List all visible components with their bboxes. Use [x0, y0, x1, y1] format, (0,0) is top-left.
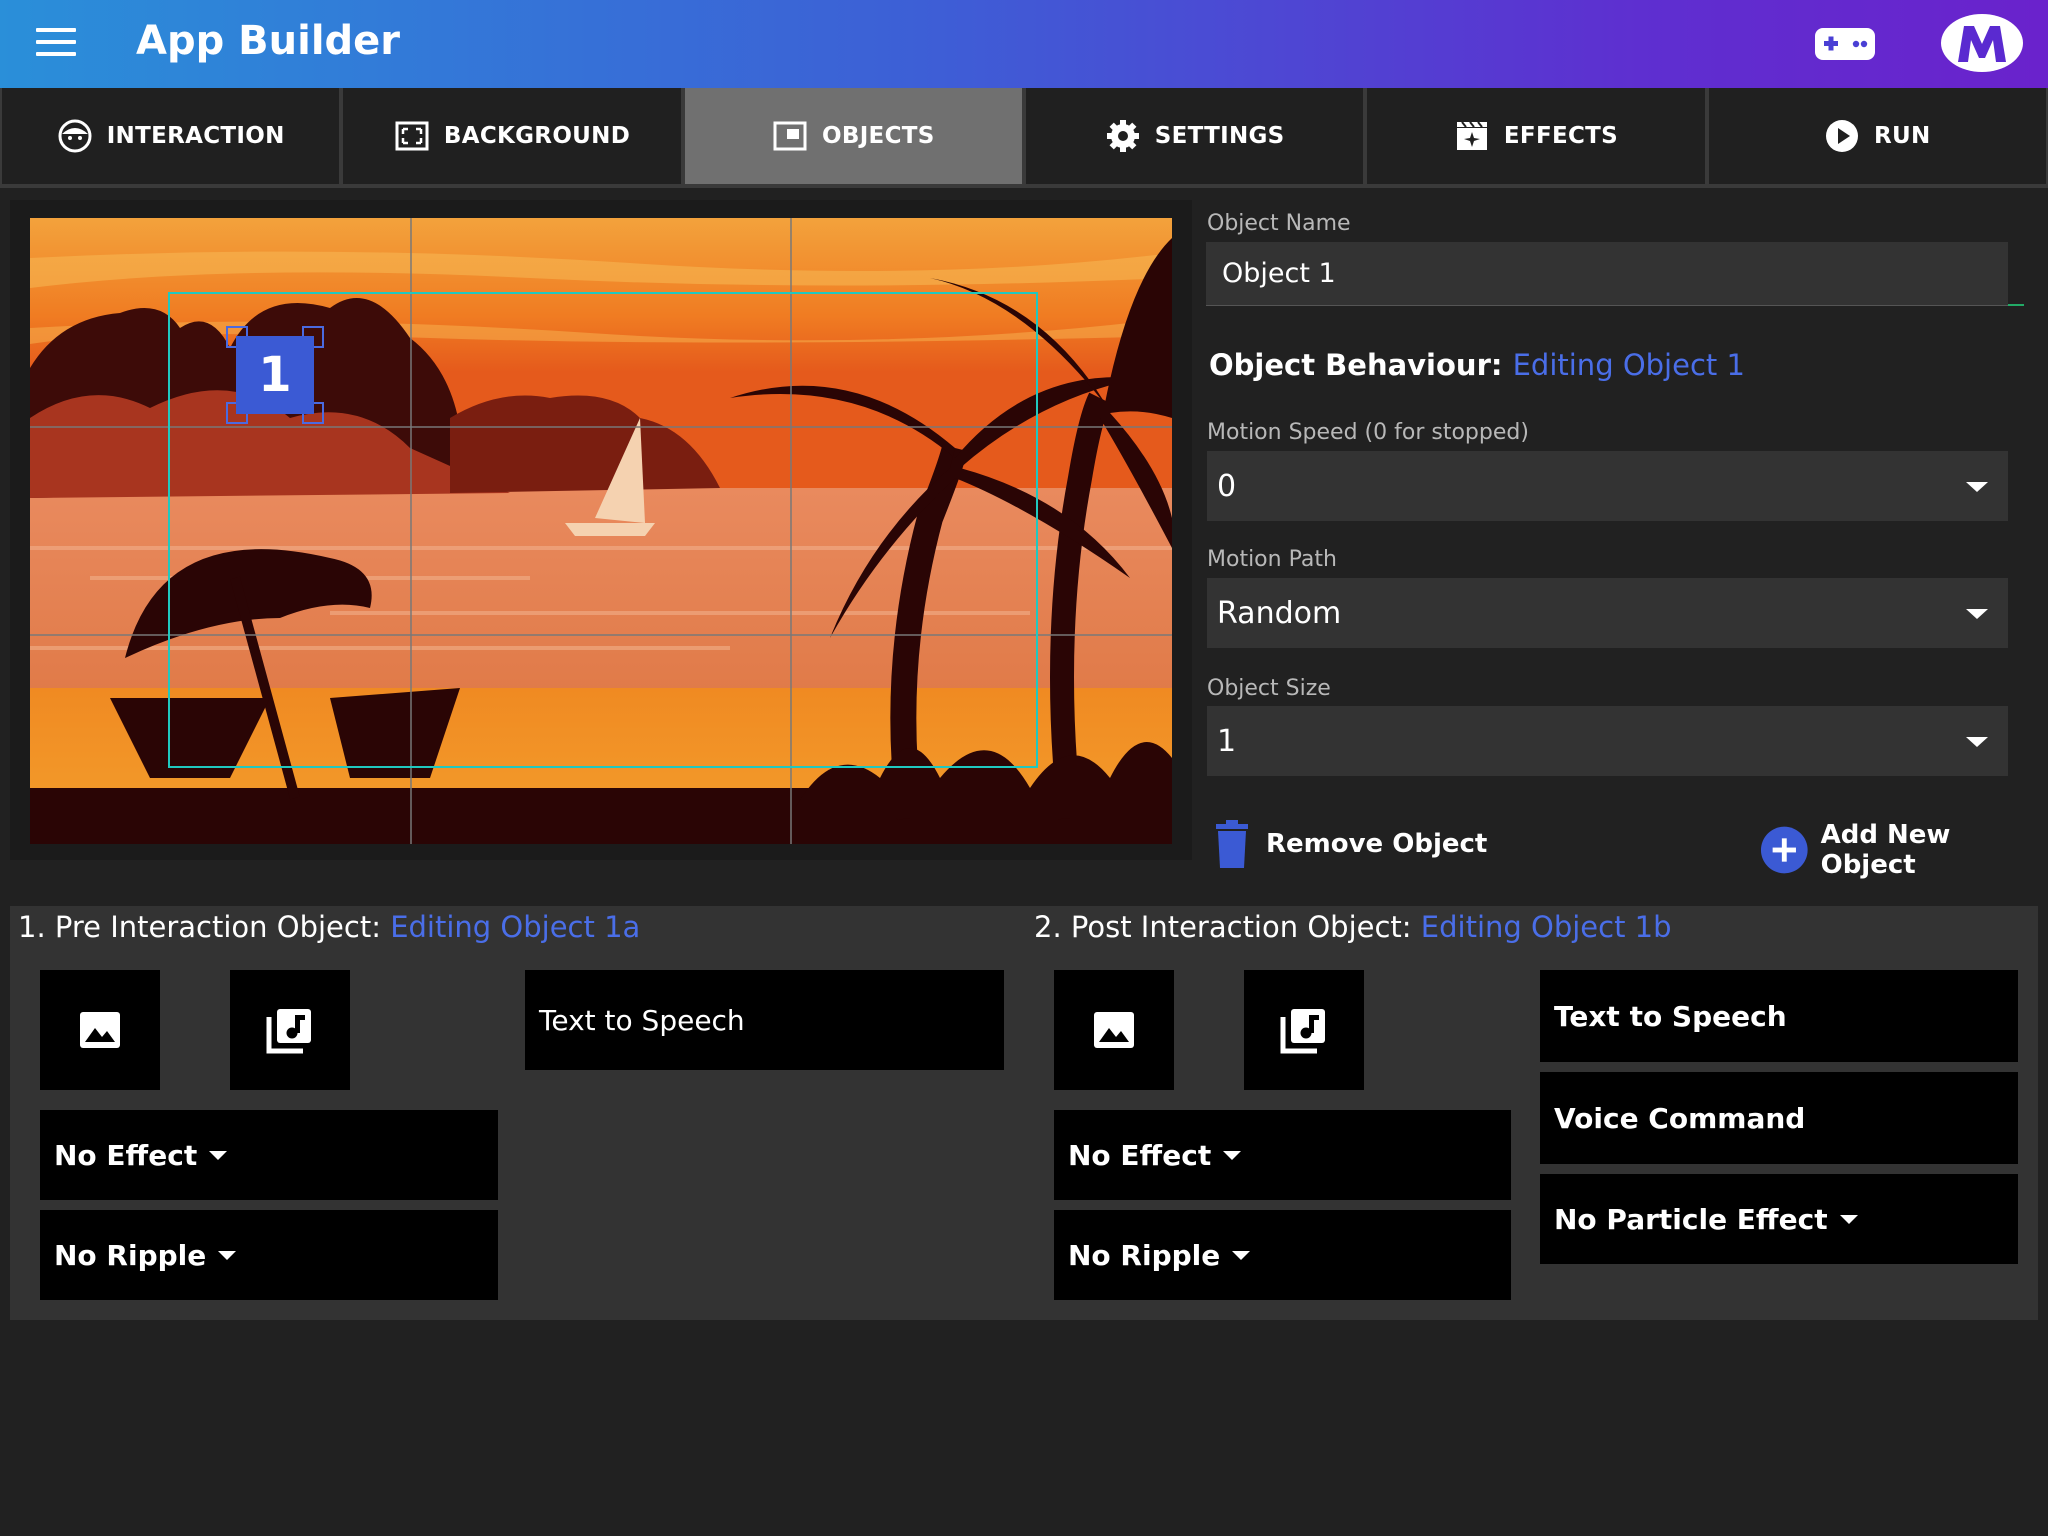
- behaviour-label: Object Behaviour:: [1209, 348, 1503, 382]
- music-library-icon: [266, 1009, 311, 1054]
- button-label: Text to Speech: [1554, 999, 1787, 1033]
- behaviour-editing-label: Editing Object 1: [1512, 348, 1745, 382]
- post-image-button[interactable]: [1054, 970, 1174, 1090]
- motion-speed-select[interactable]: 0: [1207, 451, 2008, 521]
- interaction-objects-panel: 1. Pre Interaction Object: Editing Objec…: [10, 906, 2038, 1320]
- post-audio-button[interactable]: [1244, 970, 1364, 1090]
- tab-label: EFFECTS: [1503, 123, 1619, 149]
- object-size-label: Object Size: [1207, 676, 1331, 701]
- motion-path-select[interactable]: Random: [1207, 578, 2008, 648]
- motion-speed-label: Motion Speed (0 for stopped): [1207, 420, 1529, 445]
- dropdown-arrow-icon: [218, 1250, 237, 1260]
- gamepad-icon[interactable]: [1814, 26, 1876, 62]
- post-text-to-speech-button[interactable]: Text to Speech: [1540, 970, 2018, 1062]
- tab-label: SETTINGS: [1154, 123, 1285, 149]
- post-effect-dropdown[interactable]: No Effect: [1054, 1110, 1511, 1200]
- pre-audio-button[interactable]: [230, 970, 350, 1090]
- trash-icon: [1216, 820, 1248, 868]
- tab-background[interactable]: BACKGROUND: [341, 88, 683, 186]
- dropdown-arrow-icon: [1839, 1214, 1858, 1224]
- object-marker[interactable]: 1: [236, 336, 314, 414]
- music-library-icon: [1280, 1009, 1325, 1054]
- image-icon: [1094, 1012, 1134, 1048]
- add-circle-icon: [1760, 826, 1808, 874]
- dropdown-label: No Ripple: [1068, 1238, 1221, 1272]
- object-name-label: Object Name: [1207, 211, 1351, 236]
- dropdown-arrow-icon: [1232, 1250, 1251, 1260]
- object-name-input[interactable]: [1206, 242, 2008, 306]
- select-value: 0: [1217, 468, 1237, 504]
- dropdown-arrow-icon: [209, 1150, 228, 1160]
- select-value: Random: [1217, 595, 1342, 631]
- tab-run[interactable]: RUN: [1706, 88, 2048, 186]
- post-title-label: 2. Post Interaction Object:: [1034, 910, 1412, 944]
- add-new-object-button[interactable]: Add New Object: [1760, 820, 2048, 880]
- pre-title-label: 1. Pre Interaction Object:: [18, 910, 381, 944]
- post-voice-command-button[interactable]: Voice Command: [1540, 1072, 2018, 1164]
- tab-objects[interactable]: OBJECTS: [682, 88, 1024, 186]
- motion-path-label: Motion Path: [1207, 547, 1337, 572]
- dropdown-arrow-icon: [1966, 609, 1988, 619]
- pre-interaction-title: 1. Pre Interaction Object: Editing Objec…: [18, 910, 640, 944]
- dropdown-arrow-icon: [1223, 1150, 1242, 1160]
- tab-label: OBJECTS: [822, 123, 935, 149]
- tab-label: RUN: [1874, 123, 1931, 149]
- object-size-select[interactable]: 1: [1207, 706, 2008, 776]
- post-editing-label: Editing Object 1b: [1420, 910, 1672, 944]
- dropdown-label: No Effect: [1068, 1138, 1212, 1172]
- movie-sparkle-icon: [1456, 121, 1487, 150]
- remove-object-label: Remove Object: [1266, 829, 1488, 859]
- button-label: Text to Speech: [539, 1003, 745, 1037]
- pre-image-button[interactable]: [40, 970, 160, 1090]
- dropdown-label: No Ripple: [54, 1238, 207, 1272]
- post-ripple-dropdown[interactable]: No Ripple: [1054, 1210, 1511, 1300]
- dropdown-label: No Effect: [54, 1138, 198, 1172]
- frame-icon: [395, 121, 429, 151]
- post-particle-effect-dropdown[interactable]: No Particle Effect: [1540, 1174, 2018, 1264]
- tab-label: BACKGROUND: [443, 123, 631, 149]
- post-interaction-title: 2. Post Interaction Object: Editing Obje…: [1034, 910, 1672, 944]
- scene-canvas[interactable]: 1: [30, 218, 1172, 844]
- dropdown-label: No Particle Effect: [1554, 1202, 1828, 1236]
- dropdown-arrow-icon: [1966, 482, 1988, 492]
- pre-ripple-dropdown[interactable]: No Ripple: [40, 1210, 498, 1300]
- face-icon: [58, 119, 92, 153]
- tab-label: INTERACTION: [106, 123, 285, 149]
- app-title: App Builder: [136, 18, 401, 64]
- image-icon: [80, 1012, 120, 1048]
- select-value: 1: [1217, 723, 1237, 759]
- input-underline: [2008, 304, 2024, 306]
- pre-effect-dropdown[interactable]: No Effect: [40, 1110, 498, 1200]
- app-bar: App Builder: [0, 0, 2048, 88]
- preview-panel: 1: [10, 200, 1192, 860]
- brand-logo[interactable]: [1940, 12, 2024, 74]
- play-circle-icon: [1826, 120, 1859, 152]
- object-behaviour-heading: Object Behaviour: Editing Object 1: [1209, 348, 1745, 382]
- button-label: Voice Command: [1554, 1101, 1806, 1135]
- remove-object-button[interactable]: Remove Object: [1214, 820, 1487, 868]
- pre-text-to-speech-button[interactable]: Text to Speech: [525, 970, 1004, 1070]
- tab-bar: INTERACTION BACKGROUND OBJECTS SETTINGS: [0, 88, 2048, 188]
- tab-effects[interactable]: EFFECTS: [1365, 88, 1707, 186]
- add-new-object-label: Add New Object: [1820, 820, 1951, 880]
- gear-icon: [1106, 120, 1139, 152]
- picture-in-picture-icon: [773, 121, 807, 151]
- pre-editing-label: Editing Object 1a: [390, 910, 641, 944]
- tab-interaction[interactable]: INTERACTION: [0, 88, 342, 186]
- tab-settings[interactable]: SETTINGS: [1023, 88, 1366, 186]
- dropdown-arrow-icon: [1966, 737, 1988, 747]
- menu-icon[interactable]: [36, 28, 76, 60]
